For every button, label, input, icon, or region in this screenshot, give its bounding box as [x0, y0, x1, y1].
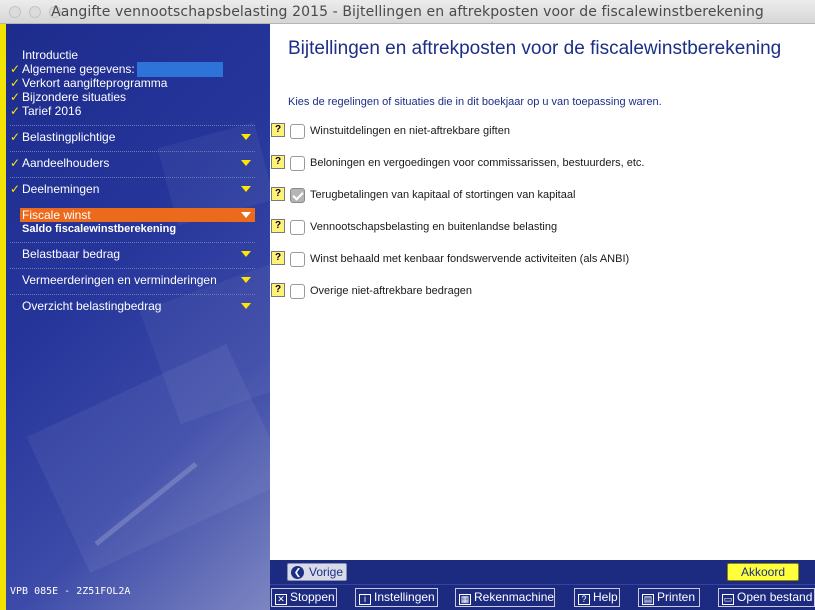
x-box-icon: ✕: [275, 594, 287, 605]
sidebar-item-verkort-aangifteprogramma[interactable]: ✓ Verkort aangifteprogramma: [10, 76, 167, 90]
checkmark-icon: ✓: [10, 76, 21, 90]
bottom-toolbar: ✕ Stoppen i Instellingen ▦ Rekenmachine ? He…: [270, 584, 815, 610]
option-checkbox[interactable]: [290, 124, 305, 139]
option-row: ? Beloningen en vergoedingen voor commis…: [270, 155, 815, 173]
checkmark-icon: ✓: [10, 130, 21, 144]
title-bar: Aangifte vennootschapsbelasting 2015 - B…: [0, 0, 815, 24]
help-icon[interactable]: ?: [271, 123, 285, 137]
help-icon[interactable]: ?: [271, 155, 285, 169]
stoppen-button[interactable]: ✕ Stoppen: [271, 588, 337, 607]
option-checkbox[interactable]: [290, 252, 305, 267]
option-row: ? Vennootschapsbelasting en buitenlandse…: [270, 219, 815, 237]
option-label: Winstuitdelingen en niet-aftrekbare gift…: [310, 125, 510, 137]
chevron-down-icon: [241, 303, 251, 309]
option-label: Overige niet-aftrekbare bedragen: [310, 285, 473, 297]
sidebar-subitem-saldo[interactable]: Saldo fiscalewinstberekening: [22, 223, 176, 235]
previous-button[interactable]: ❮ Vorige: [287, 563, 347, 581]
instellingen-button[interactable]: i Instellingen: [355, 588, 438, 607]
sidebar-item-aandeelhouders[interactable]: ✓ Aandeelhouders: [10, 151, 255, 173]
calculator-icon: ▦: [459, 594, 471, 605]
help-icon[interactable]: ?: [271, 187, 285, 201]
printer-icon: ▤: [642, 594, 654, 605]
help-button[interactable]: ? Help: [574, 588, 620, 607]
option-checkbox[interactable]: [290, 156, 305, 171]
checkmark-icon: ✓: [10, 156, 21, 170]
sidebar-item-vermeerderingen[interactable]: Vermeerderingen en verminderingen: [10, 268, 255, 290]
chevron-down-icon: [241, 251, 251, 257]
akkoord-button[interactable]: Akkoord: [727, 563, 799, 581]
chevron-down-icon: [241, 186, 251, 192]
sidebar-item-introductie[interactable]: Introductie: [10, 48, 78, 62]
window-title: Aangifte vennootschapsbelasting 2015 - B…: [51, 4, 764, 20]
option-row: ? Overige niet-aftrekbare bedragen: [270, 283, 815, 301]
option-row: ? Winstuitdelingen en niet-aftrekbare gi…: [270, 123, 815, 141]
page-title: Bijtellingen en aftrekposten voor de fis…: [288, 38, 782, 59]
arrow-left-icon: ❮: [291, 566, 304, 579]
sidebar-item-belastbaar-bedrag[interactable]: Belastbaar bedrag: [10, 242, 255, 264]
info-icon: i: [359, 594, 371, 605]
chevron-down-icon: [241, 212, 251, 218]
app-window: Aangifte vennootschapsbelasting 2015 - B…: [0, 0, 815, 610]
option-label: Terugbetalingen van kapitaal of storting…: [310, 189, 576, 201]
sidebar: Introductie ✓ Algemene gegevens: ✓ Verkort…: [0, 24, 270, 610]
instruction-text: Kies de regelingen of situaties die in d…: [288, 96, 662, 108]
option-row: ? Winst behaald met kenbaar fondswervend…: [270, 251, 815, 269]
checkmark-icon: ✓: [10, 182, 21, 196]
folder-icon: ▭: [722, 594, 734, 605]
option-label: Winst behaald met kenbaar fondswervende …: [310, 253, 630, 265]
rekenmachine-button[interactable]: ▦ Rekenmachine: [455, 588, 555, 607]
sidebar-item-deelnemingen[interactable]: ✓ Deelnemingen: [10, 177, 255, 199]
option-row: ? Terugbetalingen van kapitaal of storti…: [270, 187, 815, 205]
printen-button[interactable]: ▤ Printen: [638, 588, 700, 607]
checkmark-icon: ✓: [10, 104, 21, 118]
help-icon[interactable]: ?: [271, 219, 285, 233]
version-label: VPB 085E - 2Z51FOL2A: [10, 586, 131, 597]
checkmark-icon: ✓: [10, 90, 21, 104]
navigation-bar: ❮ Vorige Akkoord: [270, 560, 815, 584]
chevron-down-icon: [241, 160, 251, 166]
sidebar-item-tarief-2016[interactable]: ✓ Tarief 2016: [10, 104, 81, 118]
sidebar-item-belastingplichtige[interactable]: ✓ Belastingplichtige: [10, 125, 255, 147]
option-checkbox[interactable]: [290, 188, 305, 203]
help-icon: ?: [578, 594, 590, 605]
checkmark-icon: ✓: [10, 62, 21, 76]
main-content: Bijtellingen en aftrekposten voor de fis…: [270, 24, 815, 560]
sidebar-item-bijzondere-situaties[interactable]: ✓ Bijzondere situaties: [10, 90, 126, 104]
chevron-down-icon: [241, 134, 251, 140]
option-label: Beloningen en vergoedingen voor commissa…: [310, 157, 645, 169]
option-label: Vennootschapsbelasting en buitenlandse b…: [310, 221, 558, 233]
option-checkbox[interactable]: [290, 284, 305, 299]
option-checkbox[interactable]: [290, 220, 305, 235]
open-bestand-button[interactable]: ▭ Open bestand: [718, 588, 815, 607]
help-icon[interactable]: ?: [271, 283, 285, 297]
sidebar-item-overzicht-belastingbedrag[interactable]: Overzicht belastingbedrag: [10, 294, 255, 316]
chevron-down-icon: [241, 277, 251, 283]
help-icon[interactable]: ?: [271, 251, 285, 265]
sidebar-item-fiscale-winst[interactable]: Fiscale winst: [20, 208, 255, 222]
